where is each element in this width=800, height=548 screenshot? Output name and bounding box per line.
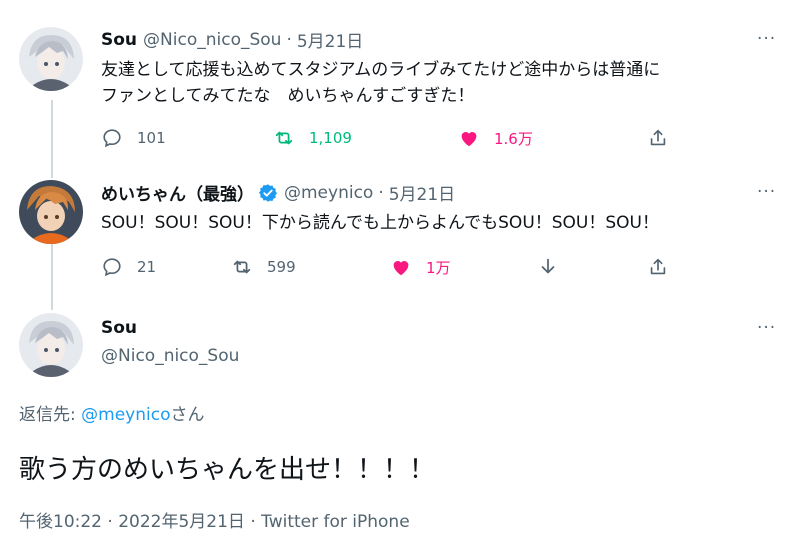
author-name[interactable]: Sou [101,318,137,338]
tweet-date[interactable]: 5月21日 [297,27,363,52]
reply-count: 101 [137,129,166,147]
reply-prefix: 返信先: [19,405,82,425]
more-options-button[interactable]: ··· [757,182,776,202]
share-icon [650,258,666,275]
more-options-button[interactable]: ··· [757,29,776,49]
retweet-icon [275,131,293,145]
share-button[interactable] [647,127,683,149]
heart-icon [461,132,477,147]
thread-line [51,244,53,310]
author-handle[interactable]: @meynico [284,183,373,203]
like-button[interactable]: 1.6万 [458,127,533,149]
reply-handle-link[interactable]: @meynico [81,405,170,425]
retweet-button[interactable]: 599 [231,256,296,278]
share-button[interactable] [647,256,683,278]
reply-button[interactable]: 101 [101,127,166,149]
tweet-text: 歌う方のめいちゃんを出せ！！！！ [19,455,436,485]
reply-context: 返信先: @meynicoさん [19,400,204,425]
tweet-text: 友達として応援も込めてスタジアムのライブみてたけど途中からは普通に [101,60,661,80]
author-handle[interactable]: @Nico_nico_Sou [101,346,239,366]
separator: · [286,29,292,50]
retweet-button[interactable]: 1,109 [273,127,352,149]
verified-badge-icon [259,183,277,202]
reply-button[interactable]: 21 [101,256,156,278]
like-count: 1万 [426,258,451,277]
heart-icon [393,261,409,276]
avatar[interactable] [19,313,83,377]
reply-count: 21 [137,258,157,276]
thread-line [51,100,53,178]
share-icon [650,129,666,146]
retweet-icon [233,260,251,274]
author-name[interactable]: Sou [101,30,137,50]
more-options-button[interactable]: ··· [757,318,776,338]
separator: · [378,182,384,203]
reply-icon [103,258,121,277]
avatar[interactable] [19,180,83,244]
avatar[interactable] [19,27,83,91]
tweet-text: SOU！SOU！SOU！下から読んでも上からよんでもSOU！SOU！SOU！ [101,213,659,233]
retweet-count: 1,109 [309,129,352,147]
author-name[interactable]: めいちゃん（最強） [101,180,254,205]
like-count: 1.6万 [494,129,533,148]
retweet-count: 599 [267,258,296,276]
author-handle[interactable]: @Nico_nico_Sou [143,30,281,50]
tweet-text: ファンとしてみてたな めいちゃんすごすぎた！ [101,86,475,106]
tweet-date[interactable]: 5月21日 [389,180,455,205]
reply-suffix: さん [170,405,205,425]
tweet-metadata[interactable]: 午後10:22 · 2022年5月21日 · Twitter for iPhon… [19,507,410,532]
like-button[interactable]: 1万 [390,256,451,278]
download-button[interactable] [537,256,573,278]
arrow-down-icon [541,258,555,274]
reply-icon [103,129,121,148]
